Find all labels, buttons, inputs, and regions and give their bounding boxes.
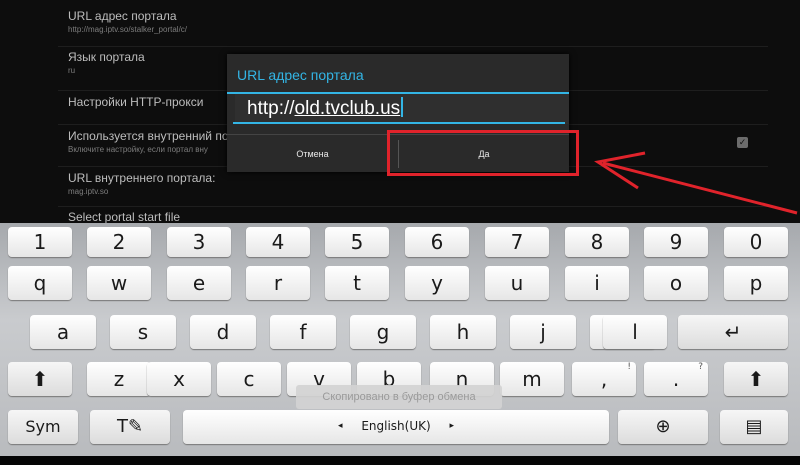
key-q[interactable]: q bbox=[8, 266, 72, 300]
key-m[interactable]: m bbox=[500, 362, 564, 396]
space-language-label: English(UK) bbox=[361, 419, 431, 433]
clipboard-icon: ▤ bbox=[745, 416, 763, 437]
key-0[interactable]: 0 bbox=[724, 227, 788, 257]
key-comma-label: , bbox=[600, 367, 608, 391]
left-arrow-icon: ◂ bbox=[338, 421, 343, 431]
key-r[interactable]: r bbox=[246, 266, 310, 300]
key-5[interactable]: 5 bbox=[325, 227, 389, 257]
enter-icon: ↵ bbox=[724, 320, 742, 344]
enter-key[interactable]: ↵ bbox=[678, 315, 788, 349]
key-p[interactable]: p bbox=[724, 266, 788, 300]
clipboard-toast: Скопировано в буфер обмена bbox=[296, 385, 502, 409]
key-z[interactable]: z bbox=[87, 362, 151, 396]
key-6[interactable]: 6 bbox=[405, 227, 469, 257]
key-l[interactable]: l bbox=[603, 315, 667, 349]
key-comma-alt: ! bbox=[627, 362, 631, 372]
key-8[interactable]: 8 bbox=[565, 227, 629, 257]
shift-icon: ⬆ bbox=[747, 367, 765, 391]
key-y[interactable]: y bbox=[405, 266, 469, 300]
key-o[interactable]: o bbox=[644, 266, 708, 300]
key-period[interactable]: . ? bbox=[644, 362, 708, 396]
key-3[interactable]: 3 bbox=[167, 227, 231, 257]
shift-icon: ⬆ bbox=[31, 367, 49, 391]
key-i[interactable]: i bbox=[565, 266, 629, 300]
key-j[interactable]: j bbox=[510, 315, 576, 349]
key-2[interactable]: 2 bbox=[87, 227, 151, 257]
key-d[interactable]: d bbox=[190, 315, 256, 349]
sym-key[interactable]: Sym bbox=[8, 410, 78, 444]
space-key[interactable]: English(UK) ◂ ▸ bbox=[183, 410, 609, 444]
key-comma[interactable]: , ! bbox=[572, 362, 636, 396]
key-a[interactable]: a bbox=[30, 315, 96, 349]
key-f[interactable]: f bbox=[270, 315, 336, 349]
shift-key-right[interactable]: ⬆ bbox=[724, 362, 788, 396]
key-9[interactable]: 9 bbox=[644, 227, 708, 257]
handwriting-icon: T✎ bbox=[116, 416, 144, 437]
system-nav-bar bbox=[0, 456, 800, 465]
globe-icon: ⊕ bbox=[655, 416, 671, 437]
key-1[interactable]: 1 bbox=[8, 227, 72, 257]
key-g[interactable]: g bbox=[350, 315, 416, 349]
key-period-alt: ? bbox=[698, 362, 703, 372]
key-t[interactable]: t bbox=[325, 266, 389, 300]
text-tools-key[interactable]: T✎ bbox=[90, 410, 170, 444]
globe-key[interactable]: ⊕ bbox=[618, 410, 708, 444]
key-s[interactable]: s bbox=[110, 315, 176, 349]
key-7[interactable]: 7 bbox=[485, 227, 549, 257]
key-period-label: . bbox=[672, 367, 680, 391]
key-h[interactable]: h bbox=[430, 315, 496, 349]
key-e[interactable]: e bbox=[167, 266, 231, 300]
key-u[interactable]: u bbox=[485, 266, 549, 300]
clipboard-key[interactable]: ▤ bbox=[720, 410, 788, 444]
key-w[interactable]: w bbox=[87, 266, 151, 300]
key-4[interactable]: 4 bbox=[246, 227, 310, 257]
key-x[interactable]: x bbox=[147, 362, 211, 396]
key-c[interactable]: c bbox=[217, 362, 281, 396]
shift-key-left[interactable]: ⬆ bbox=[8, 362, 72, 396]
right-arrow-icon: ▸ bbox=[449, 421, 454, 431]
